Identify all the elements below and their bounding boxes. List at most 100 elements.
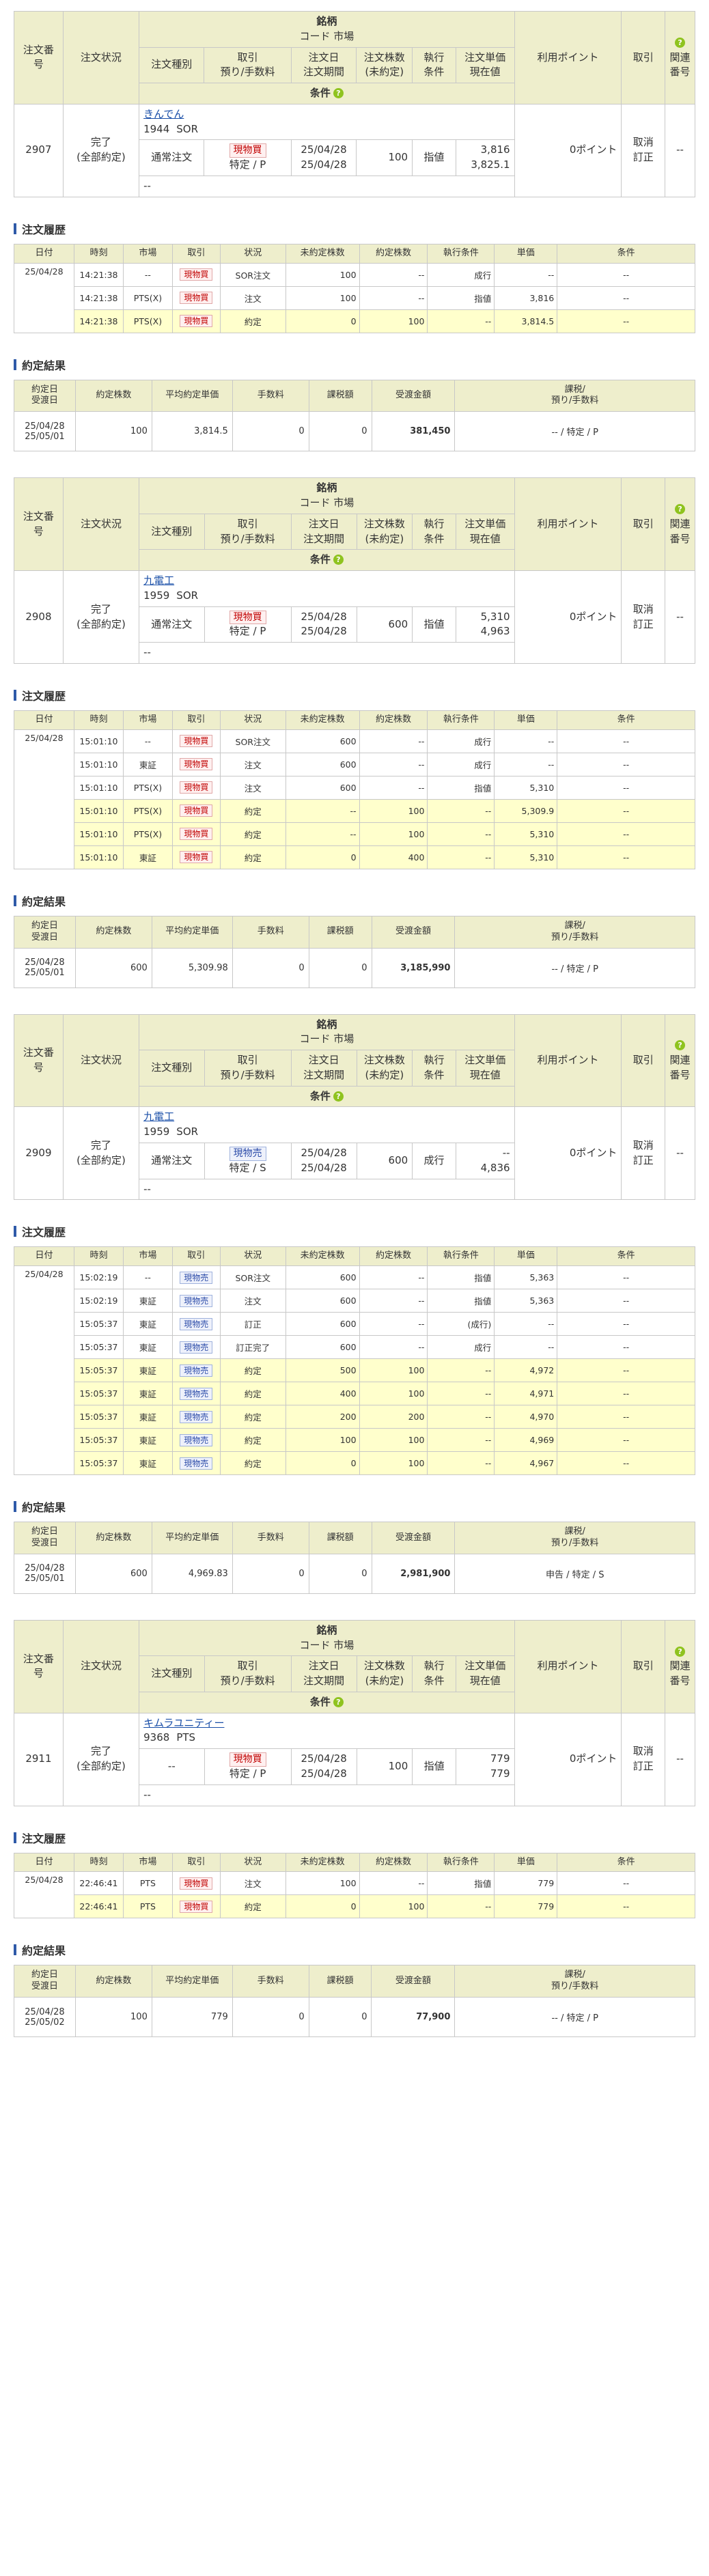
history-unfilled: 600 xyxy=(285,1289,360,1313)
issue-market: PTS xyxy=(176,1731,196,1744)
cancel-link[interactable]: 取消 xyxy=(633,136,654,148)
result-qty-cell: 100 xyxy=(74,411,152,452)
issue-code: 1959 xyxy=(143,1125,170,1138)
date-cell: 25/04/28 25/04/28 xyxy=(290,1142,357,1179)
modify-link[interactable]: 訂正 xyxy=(633,1154,654,1166)
history-exec-value: 成行 xyxy=(474,1343,492,1354)
order-number: 2908 xyxy=(14,570,64,664)
history-row: 22:46:41 PTS 現物買 約定 0 100 -- 779 -- xyxy=(14,1894,695,1919)
help-icon[interactable]: ? xyxy=(333,1091,344,1102)
result-delivery-label: 受渡日 xyxy=(31,395,58,406)
status-detail: (全部約定) xyxy=(77,617,126,630)
history-filled-value: -- xyxy=(418,1319,425,1330)
date-header: 注文日 注文期間 xyxy=(290,46,357,83)
related-cell: -- xyxy=(665,1712,695,1806)
status-value: 完了 xyxy=(90,602,111,615)
cancel-link[interactable]: 取消 xyxy=(633,603,654,615)
related-value: -- xyxy=(676,610,684,623)
help-icon[interactable]: ? xyxy=(675,37,686,48)
qty-header: 注文株数 (未約定) xyxy=(356,46,413,83)
history-filled-value: -- xyxy=(418,759,425,770)
history-header-label: 条件 xyxy=(617,1250,635,1261)
result-qty-cell: 600 xyxy=(74,947,152,988)
modify-link[interactable]: 訂正 xyxy=(633,1760,654,1772)
order-date-value: 25/04/28 xyxy=(301,1146,347,1159)
history-time-value: 15:01:10 xyxy=(79,852,118,863)
history-status: 約定 xyxy=(219,1451,286,1476)
action-header: 取引 xyxy=(621,477,666,572)
history-header-label: 状況 xyxy=(244,1856,262,1867)
history-unfilled-value: 100 xyxy=(339,1435,357,1446)
section-marker xyxy=(14,1501,16,1513)
order-block: 注文番号 注文状況 銘柄 コード 市場 利用ポイント 取引? 関連 番号 注文種別 取引 預り/手数… xyxy=(14,477,695,988)
result-account-cell: -- / 特定 / P xyxy=(454,947,695,988)
related-header: ? 関連 番号 xyxy=(665,11,695,104)
history-header-label: 市場 xyxy=(139,1856,157,1867)
related-label-1: 関連 xyxy=(669,1054,691,1067)
history-header-label: 約定株数 xyxy=(375,1250,411,1261)
history-unfilled-value: -- xyxy=(350,828,357,839)
history-filled: -- xyxy=(359,1312,428,1336)
issue-name-link[interactable]: 九電工 xyxy=(143,574,174,587)
modify-link[interactable]: 訂正 xyxy=(633,618,654,630)
cancel-link[interactable]: 取消 xyxy=(633,1139,654,1151)
result-avg-value: 779 xyxy=(210,2012,228,2023)
result-qty-value: 600 xyxy=(130,1568,148,1579)
history-exec: 成行 xyxy=(427,262,495,287)
history-price-value: -- xyxy=(548,759,555,770)
code-market-label: コード 市場 xyxy=(299,29,354,42)
cancel-link[interactable]: 取消 xyxy=(633,1745,654,1757)
conditions-cell: -- xyxy=(139,642,515,664)
history-status-value: SOR注文 xyxy=(235,1273,270,1284)
result-account-cell: -- / 特定 / P xyxy=(454,411,695,452)
help-icon[interactable]: ? xyxy=(675,504,686,515)
points-header: 利用ポイント xyxy=(514,477,622,572)
history-table: 日付 時刻 市場 取引 状況 未約定株数 約定株数 執行条件 単価 条件 25/04/28 15:02… xyxy=(14,1246,695,1476)
history-filled: 100 xyxy=(359,1894,428,1919)
history-trade-header: 取引 xyxy=(171,243,221,264)
history-time: 15:01:10 xyxy=(73,845,124,869)
issue-name-link[interactable]: キムラユニティー xyxy=(143,1717,224,1729)
related-label-2: 番号 xyxy=(669,1068,691,1081)
history-market: 東証 xyxy=(122,845,173,869)
history-exec: -- xyxy=(427,822,495,846)
help-icon[interactable]: ? xyxy=(333,555,344,565)
result-account-cell: 申告 / 特定 / S xyxy=(454,1553,695,1594)
history-market: 東証 xyxy=(122,1451,173,1476)
issue-name-link[interactable]: 九電工 xyxy=(143,1110,174,1123)
help-icon[interactable]: ? xyxy=(333,1696,344,1707)
order-type-label: 注文種別 xyxy=(151,58,193,71)
help-icon[interactable]: ? xyxy=(675,1646,686,1657)
history-status: 約定 xyxy=(219,1894,286,1919)
history-price: -- xyxy=(494,1335,558,1360)
status-detail: (全部約定) xyxy=(77,151,126,164)
history-trade: 現物買 xyxy=(171,1894,221,1919)
history-row: 14:21:38 PTS(X) 現物買 約定 0 100 -- 3,814.5 -- xyxy=(14,309,695,333)
issue-name-link[interactable]: きんでん xyxy=(143,108,184,120)
result-tax-cell: 0 xyxy=(308,1997,372,2038)
help-icon[interactable]: ? xyxy=(675,1040,686,1051)
history-header-label: 執行条件 xyxy=(443,1250,479,1261)
status-header: 注文状況 xyxy=(62,1013,140,1108)
modify-link[interactable]: 訂正 xyxy=(633,151,654,163)
result-section-title: 約定結果 xyxy=(14,356,695,373)
history-row: 15:01:10 PTS(X) 現物買 約定 -- 100 -- 5,309.9 -- xyxy=(14,798,695,823)
history-trade-badge: 現物買 xyxy=(180,804,213,817)
history-exec-value: -- xyxy=(485,1412,492,1423)
history-trade: 現物買 xyxy=(171,309,221,333)
help-icon[interactable]: ? xyxy=(333,88,344,98)
order-type-label: 注文種別 xyxy=(151,1667,193,1680)
account-label: 預り/手数料 xyxy=(220,1675,275,1688)
history-price-value: 3,814.5 xyxy=(521,316,555,326)
history-market: PTS(X) xyxy=(122,798,173,823)
history-unfilled-value: 200 xyxy=(339,1412,357,1423)
order-type-header: 注文種別 xyxy=(139,46,205,83)
exec-label: 執行 xyxy=(423,1054,445,1067)
result-avg-header: 平均約定単価 xyxy=(151,1522,233,1554)
result-avg-value: 5,309.98 xyxy=(188,962,228,973)
points-cell: 0ポイント xyxy=(514,1106,622,1201)
history-title: 注文履歴 xyxy=(22,1832,66,1845)
result-row: 25/04/28 25/05/01 600 5,309.98 0 0 3,185,990 --… xyxy=(14,947,695,988)
result-tax-cell: 0 xyxy=(308,1553,372,1594)
trade-cell: 現物買 特定 / P xyxy=(204,1748,292,1785)
